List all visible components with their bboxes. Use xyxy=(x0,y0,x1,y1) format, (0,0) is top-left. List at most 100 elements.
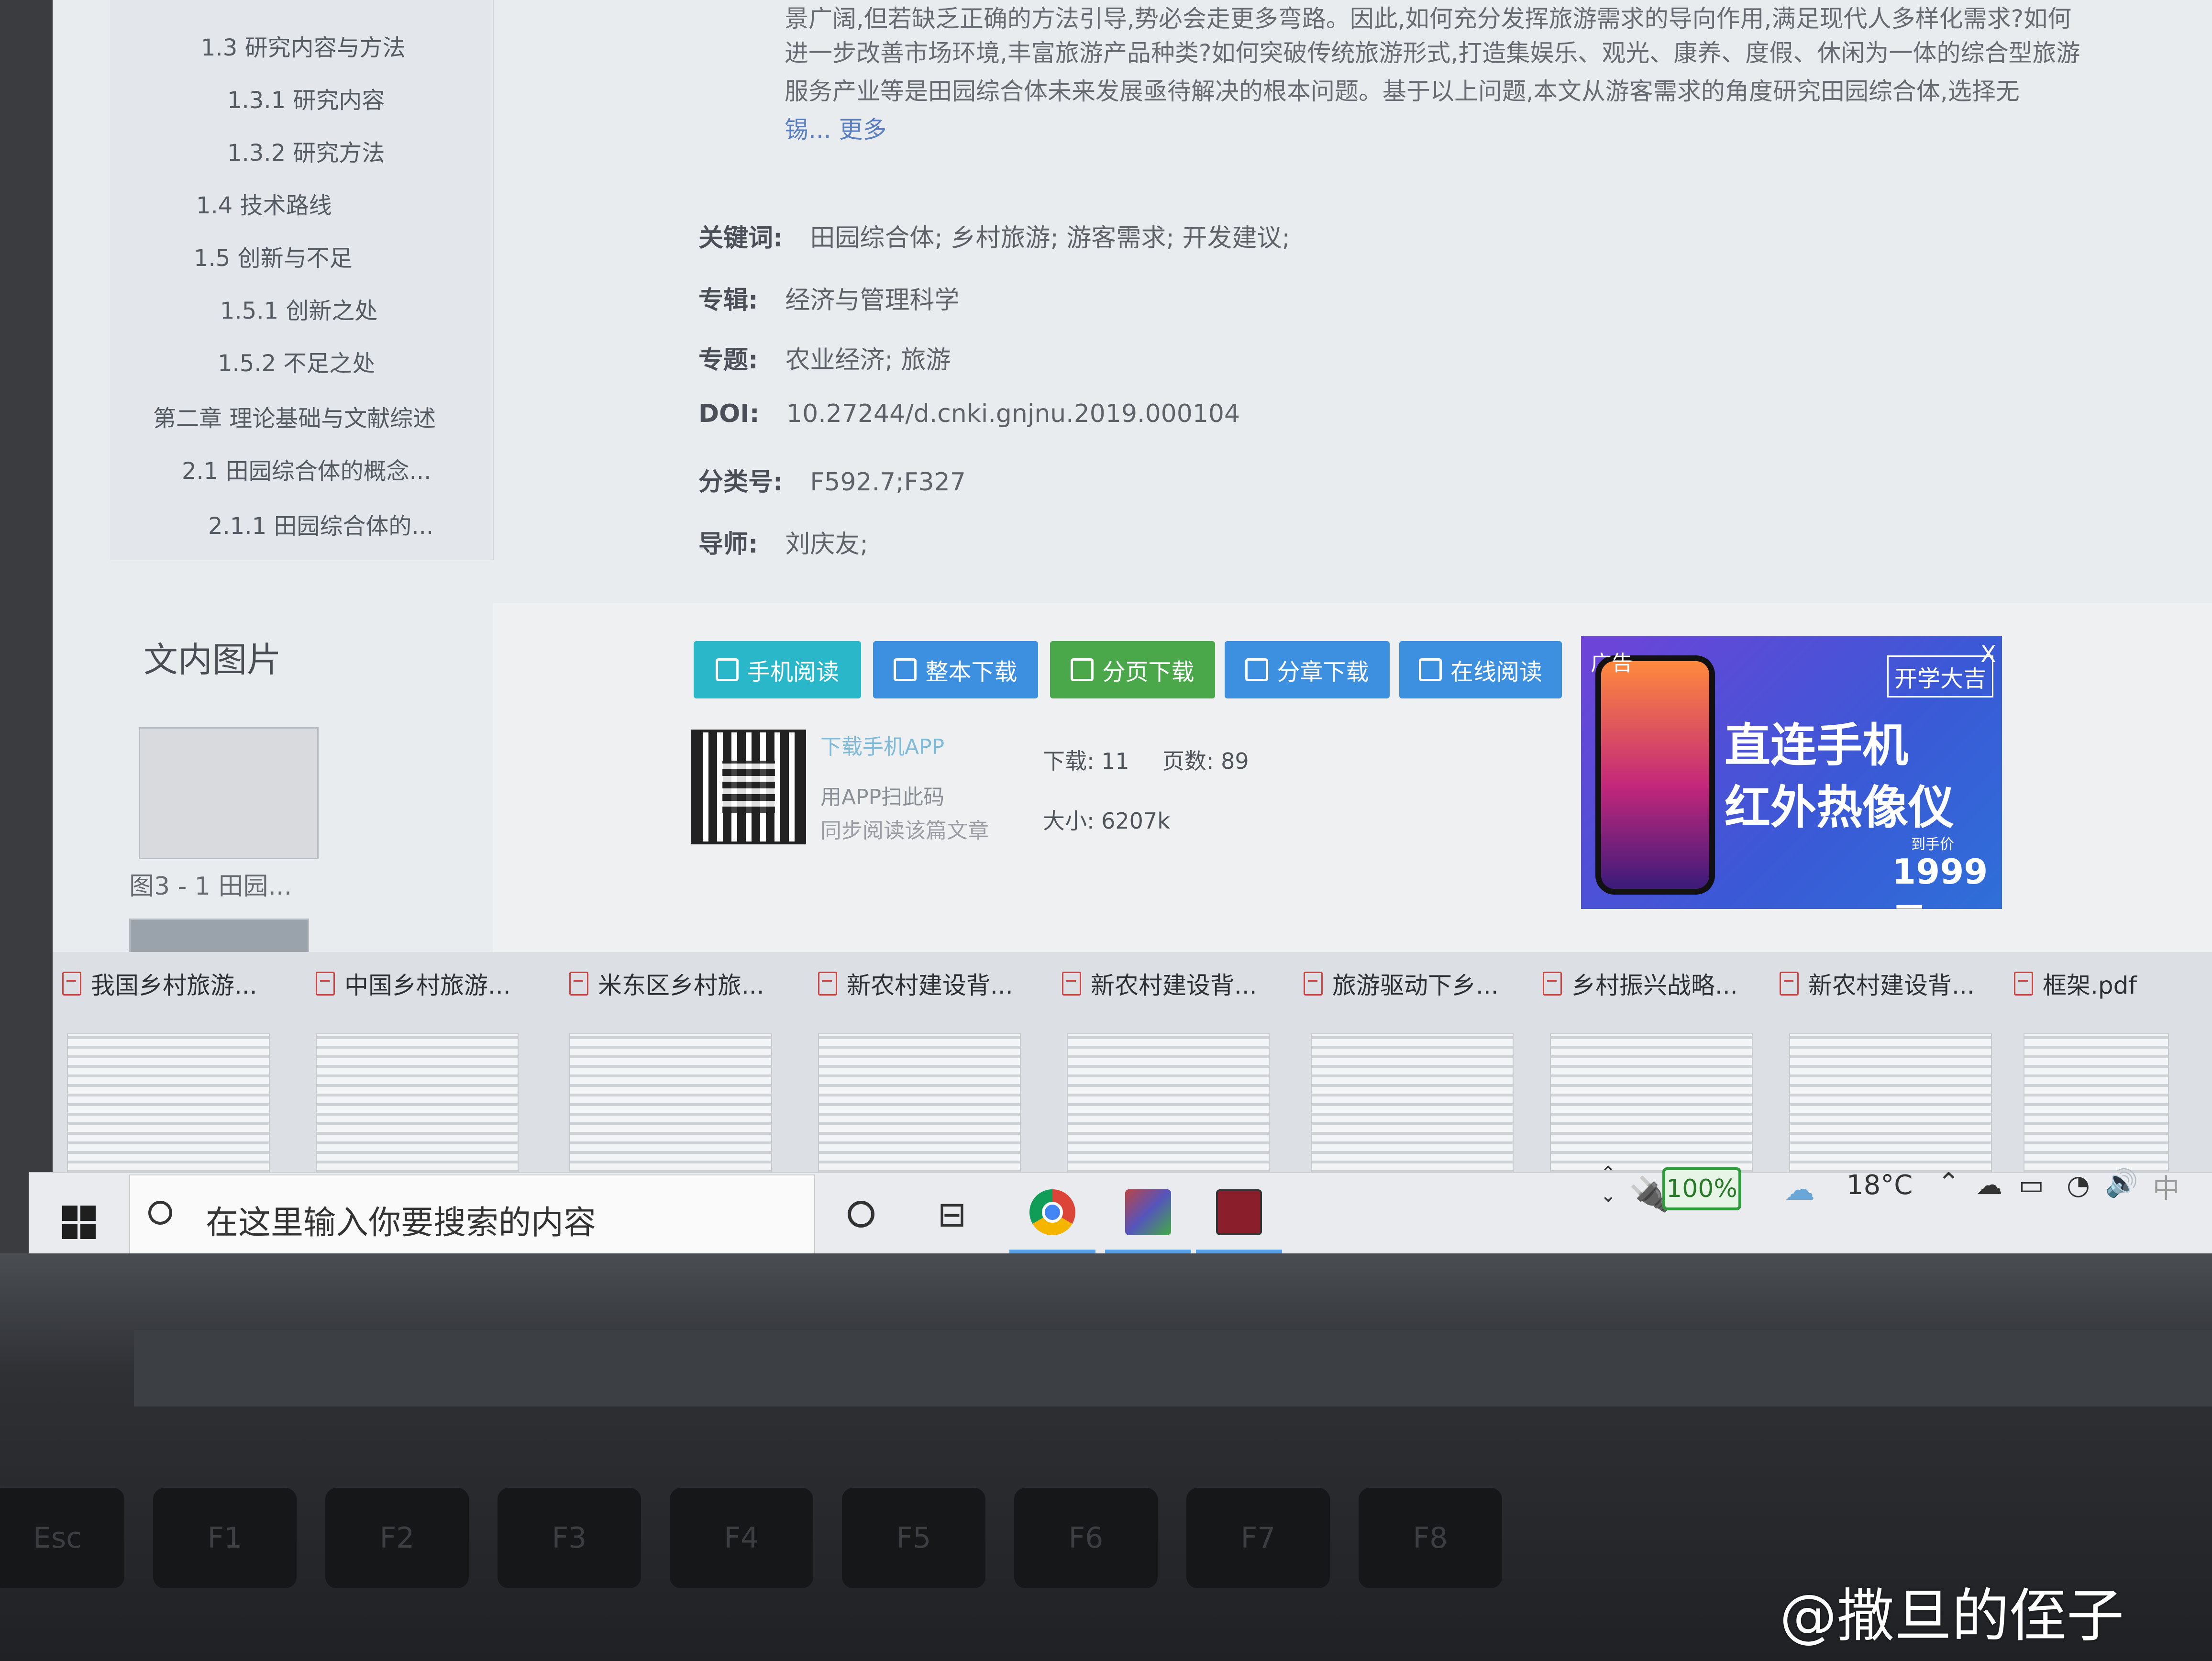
file-tab[interactable]: 米东区乡村旅... xyxy=(569,966,764,1001)
file-tab[interactable]: 乡村振兴战略... xyxy=(1543,966,1738,1001)
file-tab[interactable]: 旅游驱动下乡... xyxy=(1304,966,1499,1001)
file-tab[interactable]: 新农村建设背... xyxy=(1062,966,1257,1001)
advisor-row: 导师: 刘庆友; xyxy=(698,524,868,560)
cloud-icon: ☁ xyxy=(1784,1172,1815,1207)
chrome-taskbar-button[interactable] xyxy=(1009,1174,1095,1253)
book-icon xyxy=(1245,658,1269,681)
reader-taskbar-button[interactable] xyxy=(1196,1174,1282,1253)
class-label: 分类号: xyxy=(698,468,783,497)
keywords-label: 关键词: xyxy=(698,224,783,253)
file-tab-label: 乡村振兴战略... xyxy=(1571,972,1738,999)
keywords-row: 关键词: 田园综合体; 乡村旅游; 游客需求; 开发建议; xyxy=(698,218,1290,254)
window-thumbnail[interactable] xyxy=(1789,1033,1992,1174)
task-view-button[interactable]: ⊟ xyxy=(909,1174,995,1253)
toc-item[interactable]: 第二章 理论基础与文献综述 xyxy=(153,399,436,433)
book-icon xyxy=(1418,658,1442,681)
size-stat: 大小: 6207k xyxy=(1043,804,1170,835)
downloads-value: 11 xyxy=(1101,748,1129,774)
toc-item[interactable]: 1.5.1 创新之处 xyxy=(220,292,377,325)
pdf-icon xyxy=(62,972,81,996)
page-download-label: 分页下载 xyxy=(1102,659,1194,686)
windows-start-icon[interactable] xyxy=(62,1206,96,1239)
topic-value: 农业经济; 旅游 xyxy=(785,346,951,375)
pages-label: 页数: xyxy=(1162,748,1214,774)
f4-key: F4 xyxy=(670,1488,813,1588)
app-taskbar-button[interactable] xyxy=(1105,1174,1191,1253)
pdf-icon xyxy=(569,972,588,996)
weather-temperature[interactable]: 18°C xyxy=(1847,1170,1913,1201)
more-link[interactable]: 锡... 更多 xyxy=(785,110,887,149)
wifi-icon[interactable]: ◔ xyxy=(2067,1170,2090,1201)
pdf-icon xyxy=(818,972,837,996)
toc-item[interactable]: 1.5 创新与不足 xyxy=(194,239,353,273)
chrome-icon xyxy=(1029,1189,1075,1235)
toc-item[interactable]: 2.1 田园综合体的概念... xyxy=(182,452,431,486)
window-thumbnail[interactable] xyxy=(316,1033,519,1174)
class-value: F592.7;F327 xyxy=(810,468,966,497)
ad-subheadline: 红外热像仪 xyxy=(1725,781,1954,834)
toc-item[interactable]: 1.5.2 不足之处 xyxy=(218,344,375,378)
chapter-download-button[interactable]: 分章下载 xyxy=(1225,641,1390,698)
advertisement[interactable]: 广告 开学大吉 X 直连手机 红外热像仪 到手价 1999元 xyxy=(1581,636,2002,909)
toc-item[interactable]: 1.4 技术路线 xyxy=(196,187,332,220)
window-thumbnail[interactable] xyxy=(1550,1033,1753,1174)
doi-value[interactable]: 10.27244/d.cnki.gnjnu.2019.000104 xyxy=(786,399,1240,428)
battery-indicator[interactable]: 100% xyxy=(1662,1167,1741,1210)
full-download-button[interactable]: 整本下载 xyxy=(873,641,1038,698)
toc-item[interactable]: 1.3.2 研究方法 xyxy=(227,134,385,167)
page-download-button[interactable]: 分页下载 xyxy=(1050,641,1215,698)
window-thumbnail[interactable] xyxy=(1067,1033,1270,1174)
file-tab-label: 米东区乡村旅... xyxy=(598,972,764,999)
downloads-label: 下载: xyxy=(1043,748,1095,774)
toc-sidebar: 1.3 研究内容与方法 1.3.1 研究内容 1.3.2 研究方法 1.4 技术… xyxy=(110,0,494,560)
abstract-line: 景广阔,但若缺乏正确的方法引导,势必会走更多弯路。因此,如何充分发挥旅游需求的导… xyxy=(785,5,2072,33)
figure-thumbnail[interactable] xyxy=(139,727,319,859)
toc-item[interactable]: 1.3 研究内容与方法 xyxy=(201,29,406,62)
pdf-icon xyxy=(1780,972,1799,996)
figure-caption[interactable]: 图3 - 1 田园... xyxy=(129,866,292,902)
advisor-value[interactable]: 刘庆友; xyxy=(785,530,868,559)
window-thumbnail[interactable] xyxy=(569,1033,772,1174)
ime-indicator[interactable]: 中 xyxy=(2153,1167,2179,1206)
reader-icon xyxy=(1216,1189,1262,1235)
app-icon xyxy=(1125,1189,1171,1235)
window-thumbnail[interactable] xyxy=(818,1033,1021,1174)
pdf-icon xyxy=(1304,972,1323,996)
file-tab[interactable]: 我国乡村旅游... xyxy=(62,966,257,1001)
volume-icon[interactable]: 🔊 xyxy=(2105,1167,2138,1199)
doi-row: DOI: 10.27244/d.cnki.gnjnu.2019.000104 xyxy=(698,399,1240,428)
f1-key: F1 xyxy=(153,1488,297,1588)
window-thumbnail[interactable] xyxy=(67,1033,270,1174)
series-label: 专辑: xyxy=(698,286,758,315)
network-icon[interactable]: ▭ xyxy=(2019,1170,2044,1201)
search-placeholder[interactable]: 在这里输入你要搜索的内容 xyxy=(206,1196,596,1243)
advisor-label: 导师: xyxy=(698,530,758,559)
f7-key: F7 xyxy=(1186,1488,1330,1588)
file-tab-label: 旅游驱动下乡... xyxy=(1332,972,1499,999)
file-tab[interactable]: 中国乡村旅游... xyxy=(316,966,511,1001)
file-tab[interactable]: 框架.pdf xyxy=(2014,966,2137,1001)
window-thumbnail[interactable] xyxy=(1311,1033,1514,1174)
pages-stat: 页数: 89 xyxy=(1162,744,1249,775)
chevron-up-icon[interactable]: ⌃ xyxy=(1937,1167,1960,1198)
toc-item[interactable]: 1.3.1 研究内容 xyxy=(227,81,385,115)
mobile-read-button[interactable]: 手机阅读 xyxy=(694,641,861,698)
pdf-icon xyxy=(2014,972,2033,996)
download-app-link[interactable]: 下载手机APP xyxy=(820,730,944,760)
onedrive-icon[interactable]: ☁ xyxy=(1976,1170,2002,1201)
file-tab[interactable]: 新农村建设背... xyxy=(1780,966,1975,1001)
file-tab-label: 我国乡村旅游... xyxy=(91,972,257,999)
window-thumbnail[interactable] xyxy=(2024,1033,2169,1174)
ad-badge: 开学大吉 xyxy=(1887,655,1994,698)
file-tab[interactable]: 新农村建设背... xyxy=(818,966,1013,1001)
abstract-line: 进一步改善市场环境,丰富旅游产品种类?如何突破传统旅游形式,打造集娱乐、观光、康… xyxy=(785,39,2080,67)
tray-scroll[interactable]: ⌃ ⌄ xyxy=(1600,1163,1616,1207)
online-read-button[interactable]: 在线阅读 xyxy=(1399,641,1562,698)
cortana-button[interactable] xyxy=(818,1174,904,1253)
file-tab-label: 新农村建设背... xyxy=(847,972,1013,999)
close-icon[interactable]: X xyxy=(1980,641,1996,668)
figures-title: 文内图片 xyxy=(144,640,282,680)
keywords-value[interactable]: 田园综合体; 乡村旅游; 游客需求; 开发建议; xyxy=(810,224,1290,253)
esc-key: Esc xyxy=(0,1488,124,1588)
toc-item[interactable]: 2.1.1 田园综合体的... xyxy=(208,507,433,541)
